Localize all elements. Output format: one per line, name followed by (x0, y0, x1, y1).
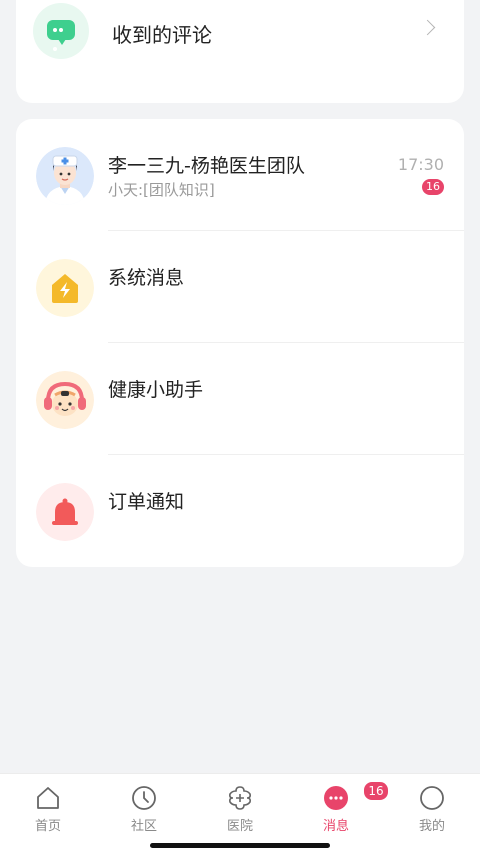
hospital-icon (226, 784, 254, 812)
tab-community[interactable]: 社区 (109, 784, 179, 834)
tab-bar: 首页 社区 医院 16 消息 我的 (0, 773, 480, 854)
tab-label: 医院 (226, 819, 253, 834)
message-item-assistant[interactable]: 健康小助手 (16, 343, 464, 455)
message-icon: 16 (322, 781, 389, 812)
home-indicator (150, 843, 330, 848)
comments-card: 收到的评论 (16, 0, 464, 103)
unread-badge: 16 (422, 179, 444, 195)
tab-home[interactable]: 首页 (13, 784, 83, 834)
home-icon (34, 784, 62, 812)
tab-label: 消息 (322, 819, 349, 834)
tab-unread-badge: 16 (363, 781, 389, 801)
message-time: 17:30 (397, 155, 444, 174)
message-preview: 小天:[团队知识] (108, 181, 215, 199)
message-item-system[interactable]: 系统消息 (16, 231, 464, 343)
tab-label: 首页 (34, 819, 61, 834)
comment-bubble-icon (33, 3, 89, 59)
doctor-avatar (36, 147, 94, 205)
message-item-order[interactable]: 订单通知 (16, 455, 464, 567)
tab-messages[interactable]: 16 消息 (301, 781, 389, 834)
message-item-doctor-team[interactable]: 李一三九-杨艳医生团队 小天:[团队知识] 17:30 16 (16, 119, 464, 231)
lightning-house-icon (36, 259, 94, 317)
message-title: 健康小助手 (108, 379, 204, 401)
message-title: 李一三九-杨艳医生团队 (108, 155, 305, 177)
message-title: 订单通知 (108, 491, 185, 513)
received-comments-label: 收到的评论 (112, 23, 212, 47)
assistant-mascot-icon (36, 371, 94, 429)
tab-label: 我的 (418, 819, 445, 834)
received-comments-row[interactable]: 收到的评论 (16, 0, 464, 103)
tab-label: 社区 (130, 819, 157, 834)
community-icon (130, 784, 158, 812)
tab-hospital[interactable]: 医院 (205, 784, 275, 834)
message-list: 李一三九-杨艳医生团队 小天:[团队知识] 17:30 16 系统消息 健康小助… (16, 119, 464, 567)
tab-profile[interactable]: 我的 (397, 784, 467, 834)
profile-icon (418, 784, 446, 812)
message-title: 系统消息 (108, 267, 185, 289)
bell-icon (36, 483, 94, 541)
chevron-right-icon (419, 19, 436, 36)
